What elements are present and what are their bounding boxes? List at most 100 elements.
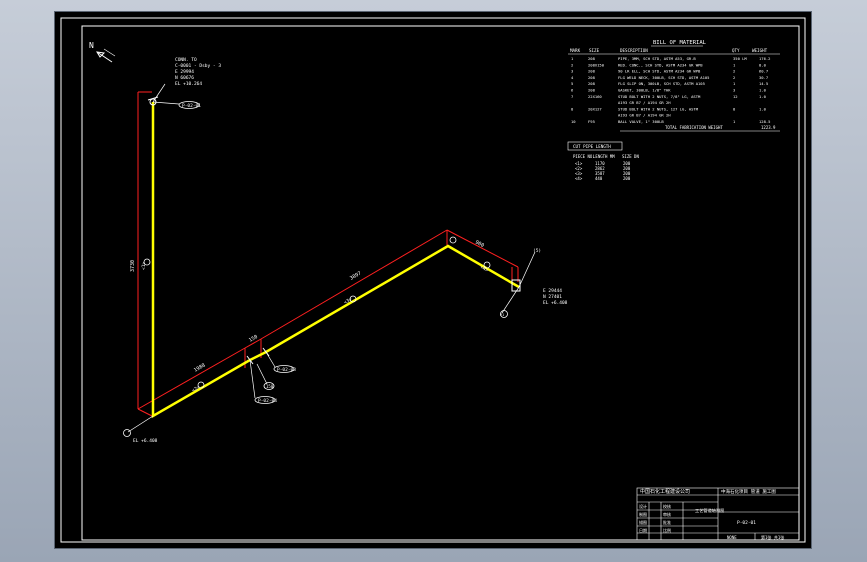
title-block: [636, 487, 800, 541]
piece-vertical: <1>: [141, 262, 147, 270]
bom-description: PIPE, 3MM, SCH STD, ASTM A53, GR.B: [618, 56, 696, 61]
fittings: [147, 96, 521, 365]
right-tag: (5): [533, 248, 541, 254]
bom-size: F95: [588, 119, 595, 124]
north-label: N: [89, 41, 94, 50]
bom-mark: 1: [571, 56, 574, 61]
bom-size: 208: [588, 69, 596, 74]
bom-qty: 1: [733, 62, 736, 67]
bom-size: 22X160: [588, 94, 602, 99]
svg-text:WEIGHT: WEIGHT: [752, 48, 768, 53]
bom-description: STUD BOLT WITH 2 NUTS, 7/8" LG, ASTM: [618, 94, 701, 99]
svg-text:PIECE NO.: PIECE NO.: [573, 154, 595, 159]
tb-sheet: 第1张 共1张: [761, 534, 784, 540]
dim-bottom: 1988: [193, 363, 206, 374]
right-bubble-label: P1: [500, 313, 504, 317]
bom-total-weight: 1223.9: [761, 125, 776, 130]
svg-text:LENGTH MM: LENGTH MM: [593, 154, 615, 159]
bom-mark: 2: [571, 62, 573, 67]
dim-right: 900: [474, 239, 485, 249]
bom-description: FLG WELD NECK, 300LB, SCH STD, ASTM A105: [618, 75, 709, 80]
bom-size: 20X127: [588, 106, 602, 111]
tb-scale: NONE: [727, 535, 737, 540]
isometric-drawing: N P-02-01 P-02-03 150 P-02-04 3730 1988 …: [60, 17, 806, 543]
bom-total-label: TOTAL FABRICATION WEIGHT: [665, 125, 723, 130]
cut-title: CUT PIPE LENGTH: [573, 144, 611, 149]
bom-size: 208: [588, 56, 596, 61]
bom-weight: 128.5: [759, 119, 770, 124]
bom-qty: 2: [733, 75, 735, 80]
piece-long: <3>: [343, 296, 353, 305]
bom-size: 208: [588, 88, 596, 93]
tag-a: P-02-03: [277, 367, 296, 373]
svg-text:N 27401: N 27401: [543, 294, 562, 300]
dim-mid-small: 150: [248, 334, 259, 344]
tb-row-approve: 审核: [663, 511, 671, 517]
tb-row-approve: 批准: [663, 519, 671, 525]
cut-length: 440: [595, 176, 603, 181]
bom-size: 208X150: [588, 62, 605, 67]
dim-long: 3897: [349, 271, 362, 282]
bom-weight: 1.0: [759, 88, 767, 93]
bom-weight: 176.2: [759, 56, 770, 61]
svg-text:N 60676: N 60676: [175, 75, 194, 81]
piece-bottom: <2>: [191, 384, 201, 393]
cad-drawing-viewport[interactable]: N P-02-01 P-02-03 150 P-02-04 3730 1988 …: [55, 12, 811, 548]
svg-text:E 29994: E 29994: [175, 69, 194, 75]
piece-bubbles: [143, 236, 491, 389]
bom-weight: 1.0: [759, 94, 767, 99]
cut-pipe-table: CUT PIPE LENGTH PIECE NO. LENGTH MM SIZE…: [567, 141, 639, 181]
bom-mark: 6: [571, 88, 574, 93]
bom-description: FLG SLIP ON, 300LB, SCH STD, ASTM A105: [618, 81, 705, 86]
bill-of-material: BILL OF MATERIAL MARK SIZE DESCRIPTION Q…: [568, 40, 780, 132]
tb-row-role: 日期: [639, 527, 647, 533]
bom-weight: 60.7: [759, 69, 768, 74]
bom-description: RED. CONC., SCH STD, ASTM A234 GR WPB: [618, 62, 703, 67]
bom-mark: 7: [571, 94, 573, 99]
right-note: E 29444 N 27401 EL +6.408: [543, 288, 568, 306]
bubble-bottom-left[interactable]: [123, 429, 131, 437]
bom-qty: 12: [733, 94, 738, 99]
bom-qty: 1: [733, 81, 736, 86]
tb-row-role: 描图: [639, 519, 647, 525]
bom-qty: 350 LM: [733, 56, 747, 61]
tb-project: 中海石化项目 管道 施工图: [721, 488, 776, 495]
bom-title: BILL OF MATERIAL: [653, 40, 707, 46]
bom-description: A193 GR B7 / A194 GR 2H: [618, 113, 671, 118]
bom-headers: MARK SIZE DESCRIPTION QTY WEIGHT: [570, 48, 768, 53]
bom-qty: 3: [733, 88, 735, 93]
bom-description: STUD BOLT WITH 2 NUTS, 127 LG, ASTM: [618, 106, 699, 111]
svg-text:EL +10.264: EL +10.264: [175, 81, 202, 87]
tag-top: P-02-01: [182, 103, 201, 109]
tb-row-approve: 比例: [663, 527, 671, 533]
tb-company: 中国石化工程建设公司: [640, 488, 690, 495]
bom-qty: 2: [733, 69, 735, 74]
tb-drawing-title: 工艺管道轴测图: [695, 507, 724, 514]
bom-description: GASKET, 300LB, 1/8" THK: [618, 88, 671, 93]
cut-size: 200: [623, 176, 631, 181]
bom-weight: 14.5: [759, 81, 768, 86]
svg-text:EL +6.408: EL +6.408: [543, 300, 568, 306]
svg-text:E 29444: E 29444: [543, 288, 562, 294]
north-arrow-icon: [96, 48, 116, 63]
svg-text:QTY: QTY: [732, 48, 740, 53]
bom-description: BALL VALVE, 1" 300LB: [618, 119, 664, 124]
bom-qty: 1: [733, 119, 736, 124]
bom-mark: 10: [571, 119, 576, 124]
bom-mark: 3: [571, 69, 573, 74]
bom-size: 208: [588, 75, 596, 80]
bom-description: 90 LR ELL, SCH STD, ASTM A234 GR WPB: [618, 69, 701, 74]
tb-row-role: 制图: [639, 511, 647, 517]
cut-headers: PIECE NO. LENGTH MM SIZE DN: [573, 154, 639, 159]
svg-text:SIZE: SIZE: [589, 48, 600, 53]
bom-size: 208: [588, 81, 596, 86]
tb-row-approve: 校核: [663, 503, 671, 509]
bom-description: A193 GR B7 / A194 GR 2H: [618, 100, 671, 105]
bom-mark: 5: [571, 81, 573, 86]
bom-rows: 1 208 PIPE, 3MM, SCH STD, ASTM A53, GR.B 35…: [571, 56, 770, 124]
svg-text:CONN. TO: CONN. TO: [175, 57, 197, 63]
tb-row-role: 设计: [639, 503, 647, 509]
bottom-left-el: EL +6.408: [133, 438, 158, 444]
bom-weight: 1.0: [759, 106, 767, 111]
flange-face: [147, 96, 159, 101]
